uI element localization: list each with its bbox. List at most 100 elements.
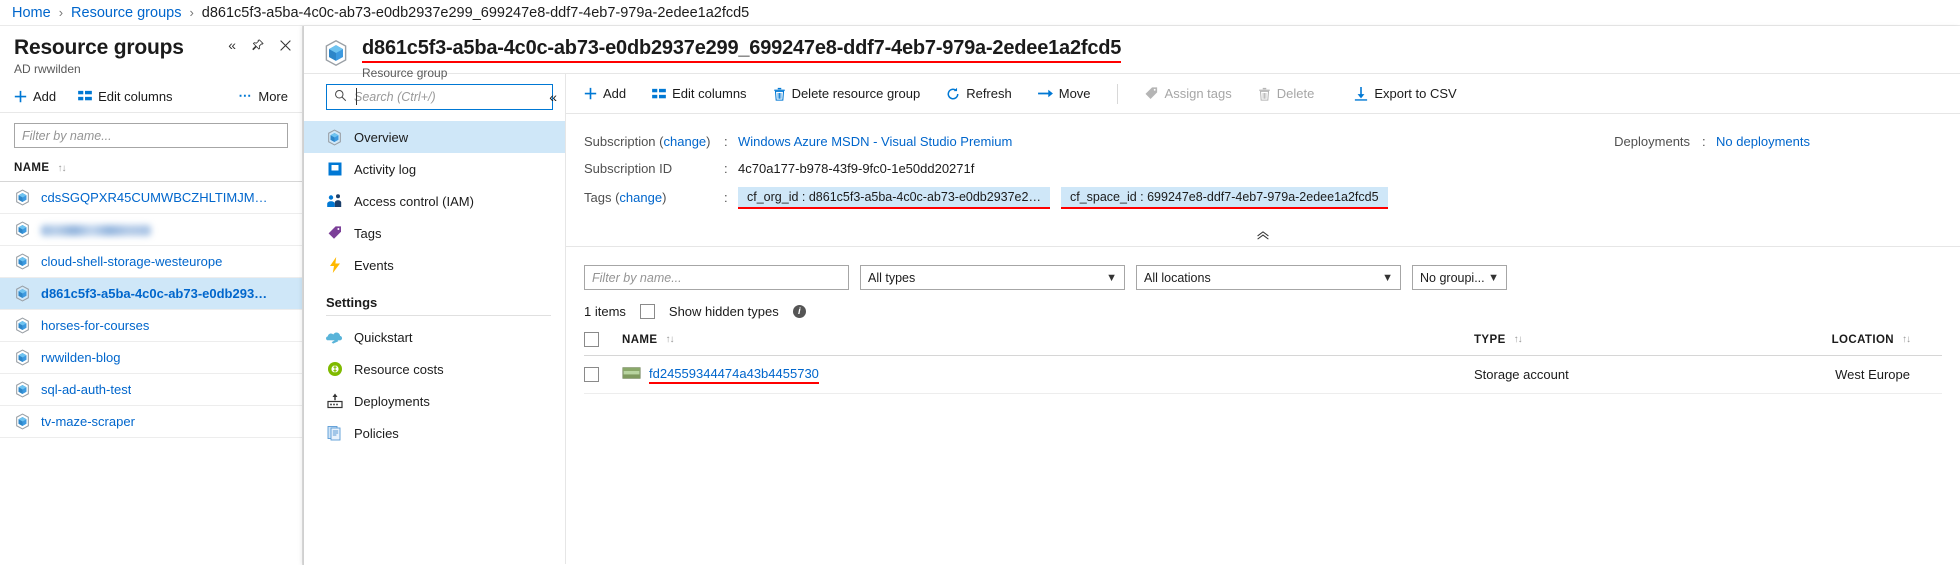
deployments-block: Deployments : No deployments [1614,128,1810,155]
resource-group-list-item[interactable]: sql-ad-auth-test [0,374,302,407]
sort-arrows-icon[interactable]: ↑↓ [1514,334,1523,345]
resource-name-link[interactable]: fd24559344474a43b4455730 [649,366,819,384]
resource-group-list-item[interactable]: cdsSGQPXR45CUMWBCZHLTIMJM… [0,182,302,215]
sort-arrows-icon[interactable]: ↑↓ [665,334,674,345]
resource-groups-toolbar: Add Edit columns ⋯ More [0,82,302,114]
collapse-blade-icon[interactable]: « [228,38,236,52]
column-name-cell: NAME ↑↓ [622,334,1474,346]
nav-item-resource-costs[interactable]: Resource costs [304,353,565,385]
subscription-id-label: Subscription ID [584,161,673,176]
tags-change-link[interactable]: change [619,190,662,205]
subscription-id-value: 4c70a177-b978-43f9-9fc0-1e50dd20271f [738,161,975,176]
sort-arrows-icon[interactable]: ↑↓ [1902,334,1911,345]
resource-group-name[interactable]: rwwilden-blog [41,350,120,365]
breadcrumb-home[interactable]: Home [12,5,51,21]
column-header-name[interactable]: NAME [622,334,657,346]
columns-icon [652,88,666,100]
page-subtitle: AD rwwilden [14,62,81,77]
events-icon [326,257,343,274]
collapse-nav-icon[interactable]: « [549,89,557,105]
add-button-label: Add [33,88,57,104]
show-hidden-types-checkbox[interactable] [639,304,655,319]
nav-search-box[interactable]: Search (Ctrl+/) [326,84,553,110]
subscription-value[interactable]: Windows Azure MSDN - Visual Studio Premi… [738,134,1012,149]
nav-settings-list: Quickstart Resource costs Deployments Polic… [304,321,565,449]
tag-chip[interactable]: cf_org_id : d861c5f3-a5ba-4c0c-ab73-e0db… [738,186,1050,209]
refresh-button[interactable]: Refresh [946,86,1012,101]
resource-group-list-item[interactable]: tv-maze-scraper [0,406,302,439]
nav-item-label: Activity log [354,161,417,177]
items-count: 1 items [584,304,626,319]
breadcrumb-resource-groups[interactable]: Resource groups [71,5,181,21]
toolbar-button-label: Delete resource group [791,86,921,101]
resource-group-list-item[interactable] [0,214,302,247]
location-filter-select[interactable]: All locations ▼ [1136,265,1401,290]
column-header-type[interactable]: TYPE [1474,334,1506,346]
delete-resource-group-button[interactable]: Delete resource group [773,86,921,101]
nav-item-access-control-iam[interactable]: Access control (IAM) [304,185,565,217]
export-to-csv-button[interactable]: Export to CSV [1354,86,1457,101]
resource-group-name[interactable]: sql-ad-auth-test [41,382,131,397]
resource-group-name[interactable]: horses-for-courses [41,318,149,333]
essentials-panel: Subscription (change) : Windows Azure MS… [566,114,1960,247]
tags-colon: : [724,190,728,205]
add-button[interactable]: Add [584,86,626,101]
resource-group-list-item[interactable]: horses-for-courses [0,310,302,343]
edit-columns-button[interactable]: Edit columns [78,88,173,104]
resource-group-name[interactable]: tv-maze-scraper [41,414,135,429]
resource-group-title-bar: d861c5f3-a5ba-4c0c-ab73-e0db2937e299_699… [304,26,1960,80]
nav-search-wrap: Search (Ctrl+/) « [304,84,565,110]
nav-item-overview[interactable]: Overview [304,121,565,153]
type-filter-value: All types [868,270,916,285]
edit-columns-label: Edit columns [98,88,173,104]
nav-item-events[interactable]: Events [304,249,565,281]
select-all-checkbox[interactable] [584,332,599,347]
tag-chip[interactable]: cf_space_id : 699247e8-ddf7-4eb7-979a-2e… [1060,186,1388,209]
cube-icon [14,221,31,238]
subscription-change-link[interactable]: change [664,134,707,149]
resource-filter-input[interactable] [584,265,849,290]
toolbar-button-label: Move [1058,86,1091,101]
cube-icon [14,253,31,270]
resource-group-main: Add Edit columns Delete resource group Refr… [566,74,1960,564]
nav-item-tags[interactable]: Tags [304,217,565,249]
resource-group-toolbar: Add Edit columns Delete resource group Refr… [566,74,1960,114]
nav-item-policies[interactable]: Policies [304,417,565,449]
assign-tags-button: Assign tags [1144,86,1232,101]
add-button[interactable]: Add [14,89,56,104]
resource-group-name[interactable]: cloud-shell-storage-westeurope [41,254,222,269]
row-checkbox[interactable] [584,367,599,382]
info-icon[interactable]: i [792,305,806,318]
resource-group-name[interactable] [41,225,151,237]
resource-group-name[interactable]: cdsSGQPXR45CUMWBCZHLTIMJM… [41,190,268,205]
resource-costs-icon [326,361,343,378]
quickstart-icon [326,329,343,346]
breadcrumb-separator-2: › [189,5,194,20]
grouping-filter-select[interactable]: No groupi... ▼ [1412,265,1507,290]
tags-label-wrap: Tags (change) [584,190,667,205]
resource-group-list-item[interactable]: cloud-shell-storage-westeurope [0,246,302,279]
sort-arrows-icon[interactable]: ↑↓ [57,163,66,174]
edit-columns-button[interactable]: Edit columns [652,86,747,101]
filter-by-name-input[interactable] [14,123,288,149]
nav-item-activity-log[interactable]: Activity log [304,153,565,185]
column-header-location[interactable]: LOCATION [1832,334,1894,346]
pin-icon[interactable] [251,39,264,52]
move-button[interactable]: Move [1037,86,1091,101]
table-row[interactable]: fd24559344474a43b4455730 Storage account W… [584,356,1942,394]
deployments-value[interactable]: No deployments [1716,134,1810,149]
nav-item-deployments[interactable]: Deployments [304,385,565,417]
close-icon[interactable] [279,39,292,52]
nav-main-list: Overview Activity log Access control (IAM)… [304,121,565,281]
storage-account-icon [622,365,641,384]
nav-item-quickstart[interactable]: Quickstart [304,321,565,353]
cube-icon [14,285,31,302]
resource-group-name[interactable]: d861c5f3-a5ba-4c0c-ab73-e0db293… [41,286,267,301]
essentials-collapse-icon[interactable] [1256,229,1271,242]
resource-group-list-item[interactable]: d861c5f3-a5ba-4c0c-ab73-e0db293… [0,278,302,311]
type-filter-select[interactable]: All types ▼ [860,265,1125,290]
resource-group-list-item[interactable]: rwwilden-blog [0,342,302,375]
column-header-name[interactable]: NAME [14,162,49,174]
more-button[interactable]: ⋯ More [238,88,288,104]
subscription-row: Subscription (change) : Windows Azure MS… [584,128,1404,155]
